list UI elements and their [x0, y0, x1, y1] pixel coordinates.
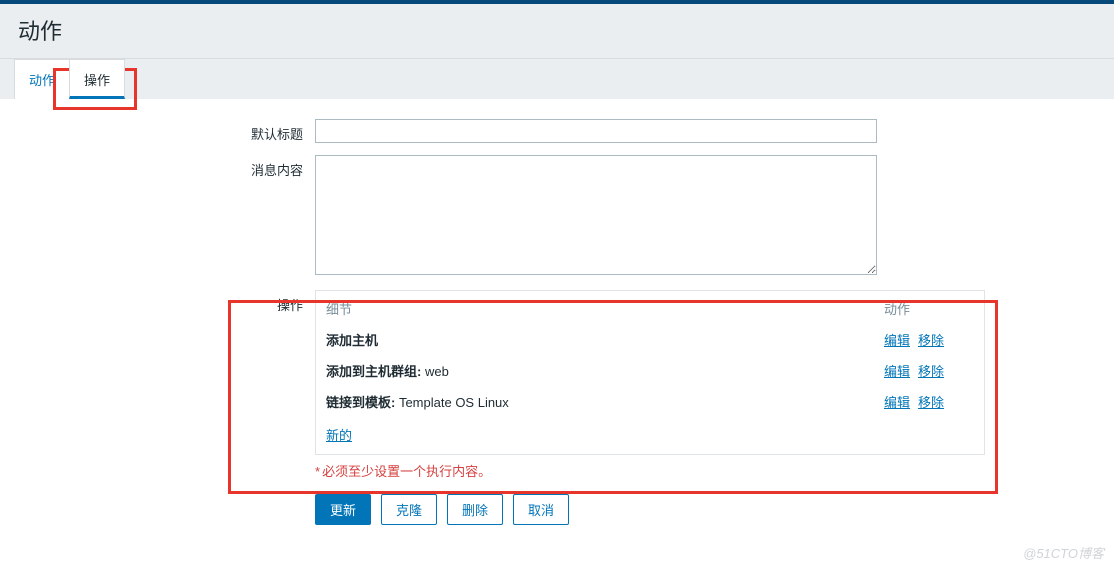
edit-link[interactable]: 编辑: [884, 361, 910, 380]
remove-link[interactable]: 移除: [918, 330, 944, 349]
remove-link[interactable]: 移除: [918, 361, 944, 380]
page-header: 动作: [0, 4, 1114, 59]
page-title: 动作: [18, 14, 1096, 58]
button-row: 更新 克隆 删除 取消: [315, 494, 985, 525]
required-star-icon: *: [315, 464, 320, 479]
form-content: 默认标题 消息内容 操作 细节 动作 添加主机 编辑: [0, 99, 1114, 567]
update-button[interactable]: 更新: [315, 494, 371, 525]
row-detail-bold: 添加到主机群组:: [326, 364, 421, 379]
watermark: @51CTO博客: [1023, 543, 1104, 562]
textarea-default-message[interactable]: [315, 155, 877, 275]
label-default-subject: 默认标题: [0, 119, 315, 143]
tab-operations[interactable]: 操作: [69, 59, 125, 99]
table-row: 链接到模板: Template OS Linux 编辑 移除: [316, 386, 984, 417]
input-default-subject[interactable]: [315, 119, 877, 143]
delete-button[interactable]: 删除: [447, 494, 503, 525]
new-operation-link[interactable]: 新的: [326, 428, 352, 443]
validation-text: 必须至少设置一个执行内容。: [322, 464, 491, 479]
row-detail-suffix: Template OS Linux: [395, 395, 508, 410]
tabs-container: 动作 操作: [0, 59, 1114, 99]
tab-action[interactable]: 动作: [14, 59, 70, 99]
remove-link[interactable]: 移除: [918, 392, 944, 411]
col-header-detail: 细节: [326, 299, 884, 318]
operations-header: 细节 动作: [316, 291, 984, 324]
label-operations: 操作: [0, 290, 315, 314]
edit-link[interactable]: 编辑: [884, 330, 910, 349]
cancel-button[interactable]: 取消: [513, 494, 569, 525]
table-row: 添加主机 编辑 移除: [316, 324, 984, 355]
row-detail-suffix: web: [421, 364, 448, 379]
validation-message: *必须至少设置一个执行内容。: [315, 455, 985, 494]
table-row: 添加到主机群组: web 编辑 移除: [316, 355, 984, 386]
edit-link[interactable]: 编辑: [884, 392, 910, 411]
row-detail-bold: 链接到模板:: [326, 395, 395, 410]
label-default-message: 消息内容: [0, 155, 315, 179]
row-detail-bold: 添加主机: [326, 333, 378, 348]
clone-button[interactable]: 克隆: [381, 494, 437, 525]
operations-table: 细节 动作 添加主机 编辑 移除 添加到主机群组: web: [315, 290, 985, 455]
col-header-action: 动作: [884, 299, 974, 318]
